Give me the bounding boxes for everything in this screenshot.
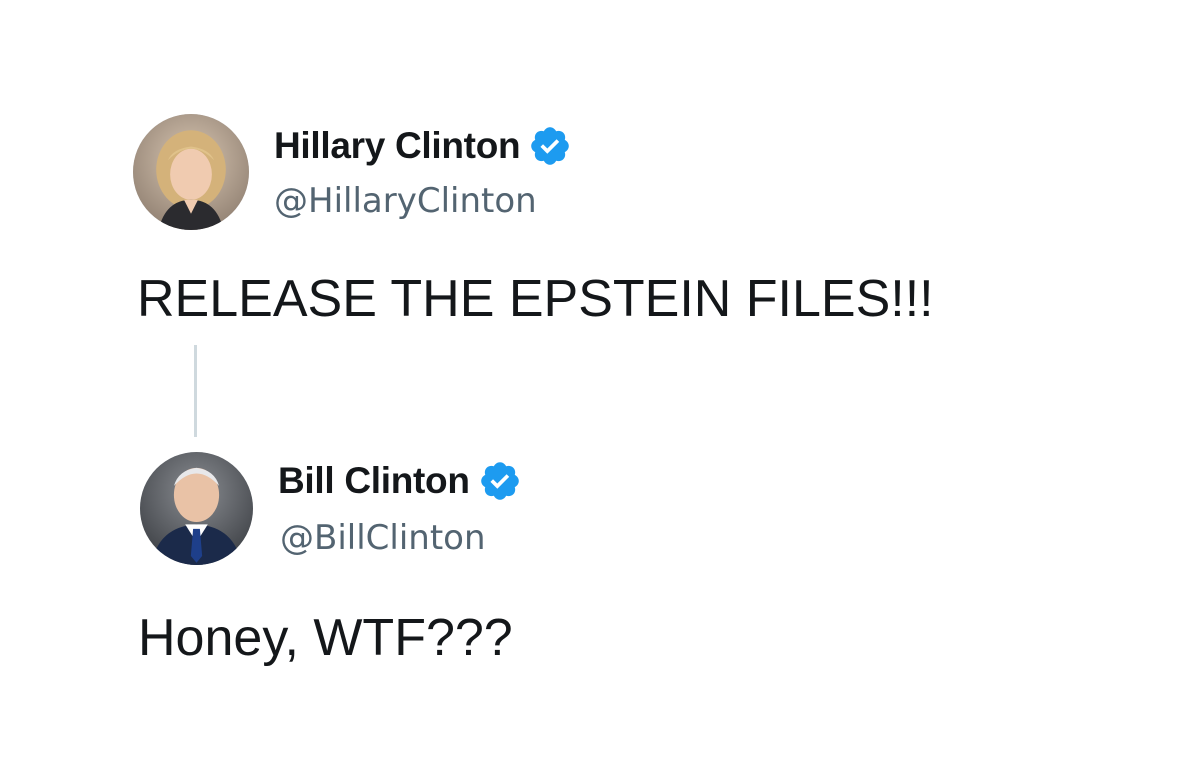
author-handle[interactable]: @HillaryClinton — [274, 181, 537, 221]
post-text: RELEASE THE EPSTEIN FILES!!! — [137, 270, 934, 328]
post-text: Honey, WTF??? — [138, 609, 513, 667]
avatar-bill[interactable] — [140, 452, 253, 565]
author-name[interactable]: Hillary Clinton — [274, 124, 521, 168]
thread-connector-line — [194, 345, 197, 437]
author-name[interactable]: Bill Clinton — [278, 459, 470, 503]
verified-badge-icon — [528, 124, 572, 168]
hillary-portrait-icon — [133, 114, 249, 230]
avatar-hillary[interactable] — [133, 114, 249, 230]
verified-badge-icon — [478, 459, 522, 503]
author-row-hillary: Hillary Clinton — [274, 124, 572, 168]
author-row-bill: Bill Clinton — [278, 459, 522, 503]
bill-portrait-icon — [140, 452, 253, 565]
author-handle[interactable]: @BillClinton — [280, 518, 486, 558]
